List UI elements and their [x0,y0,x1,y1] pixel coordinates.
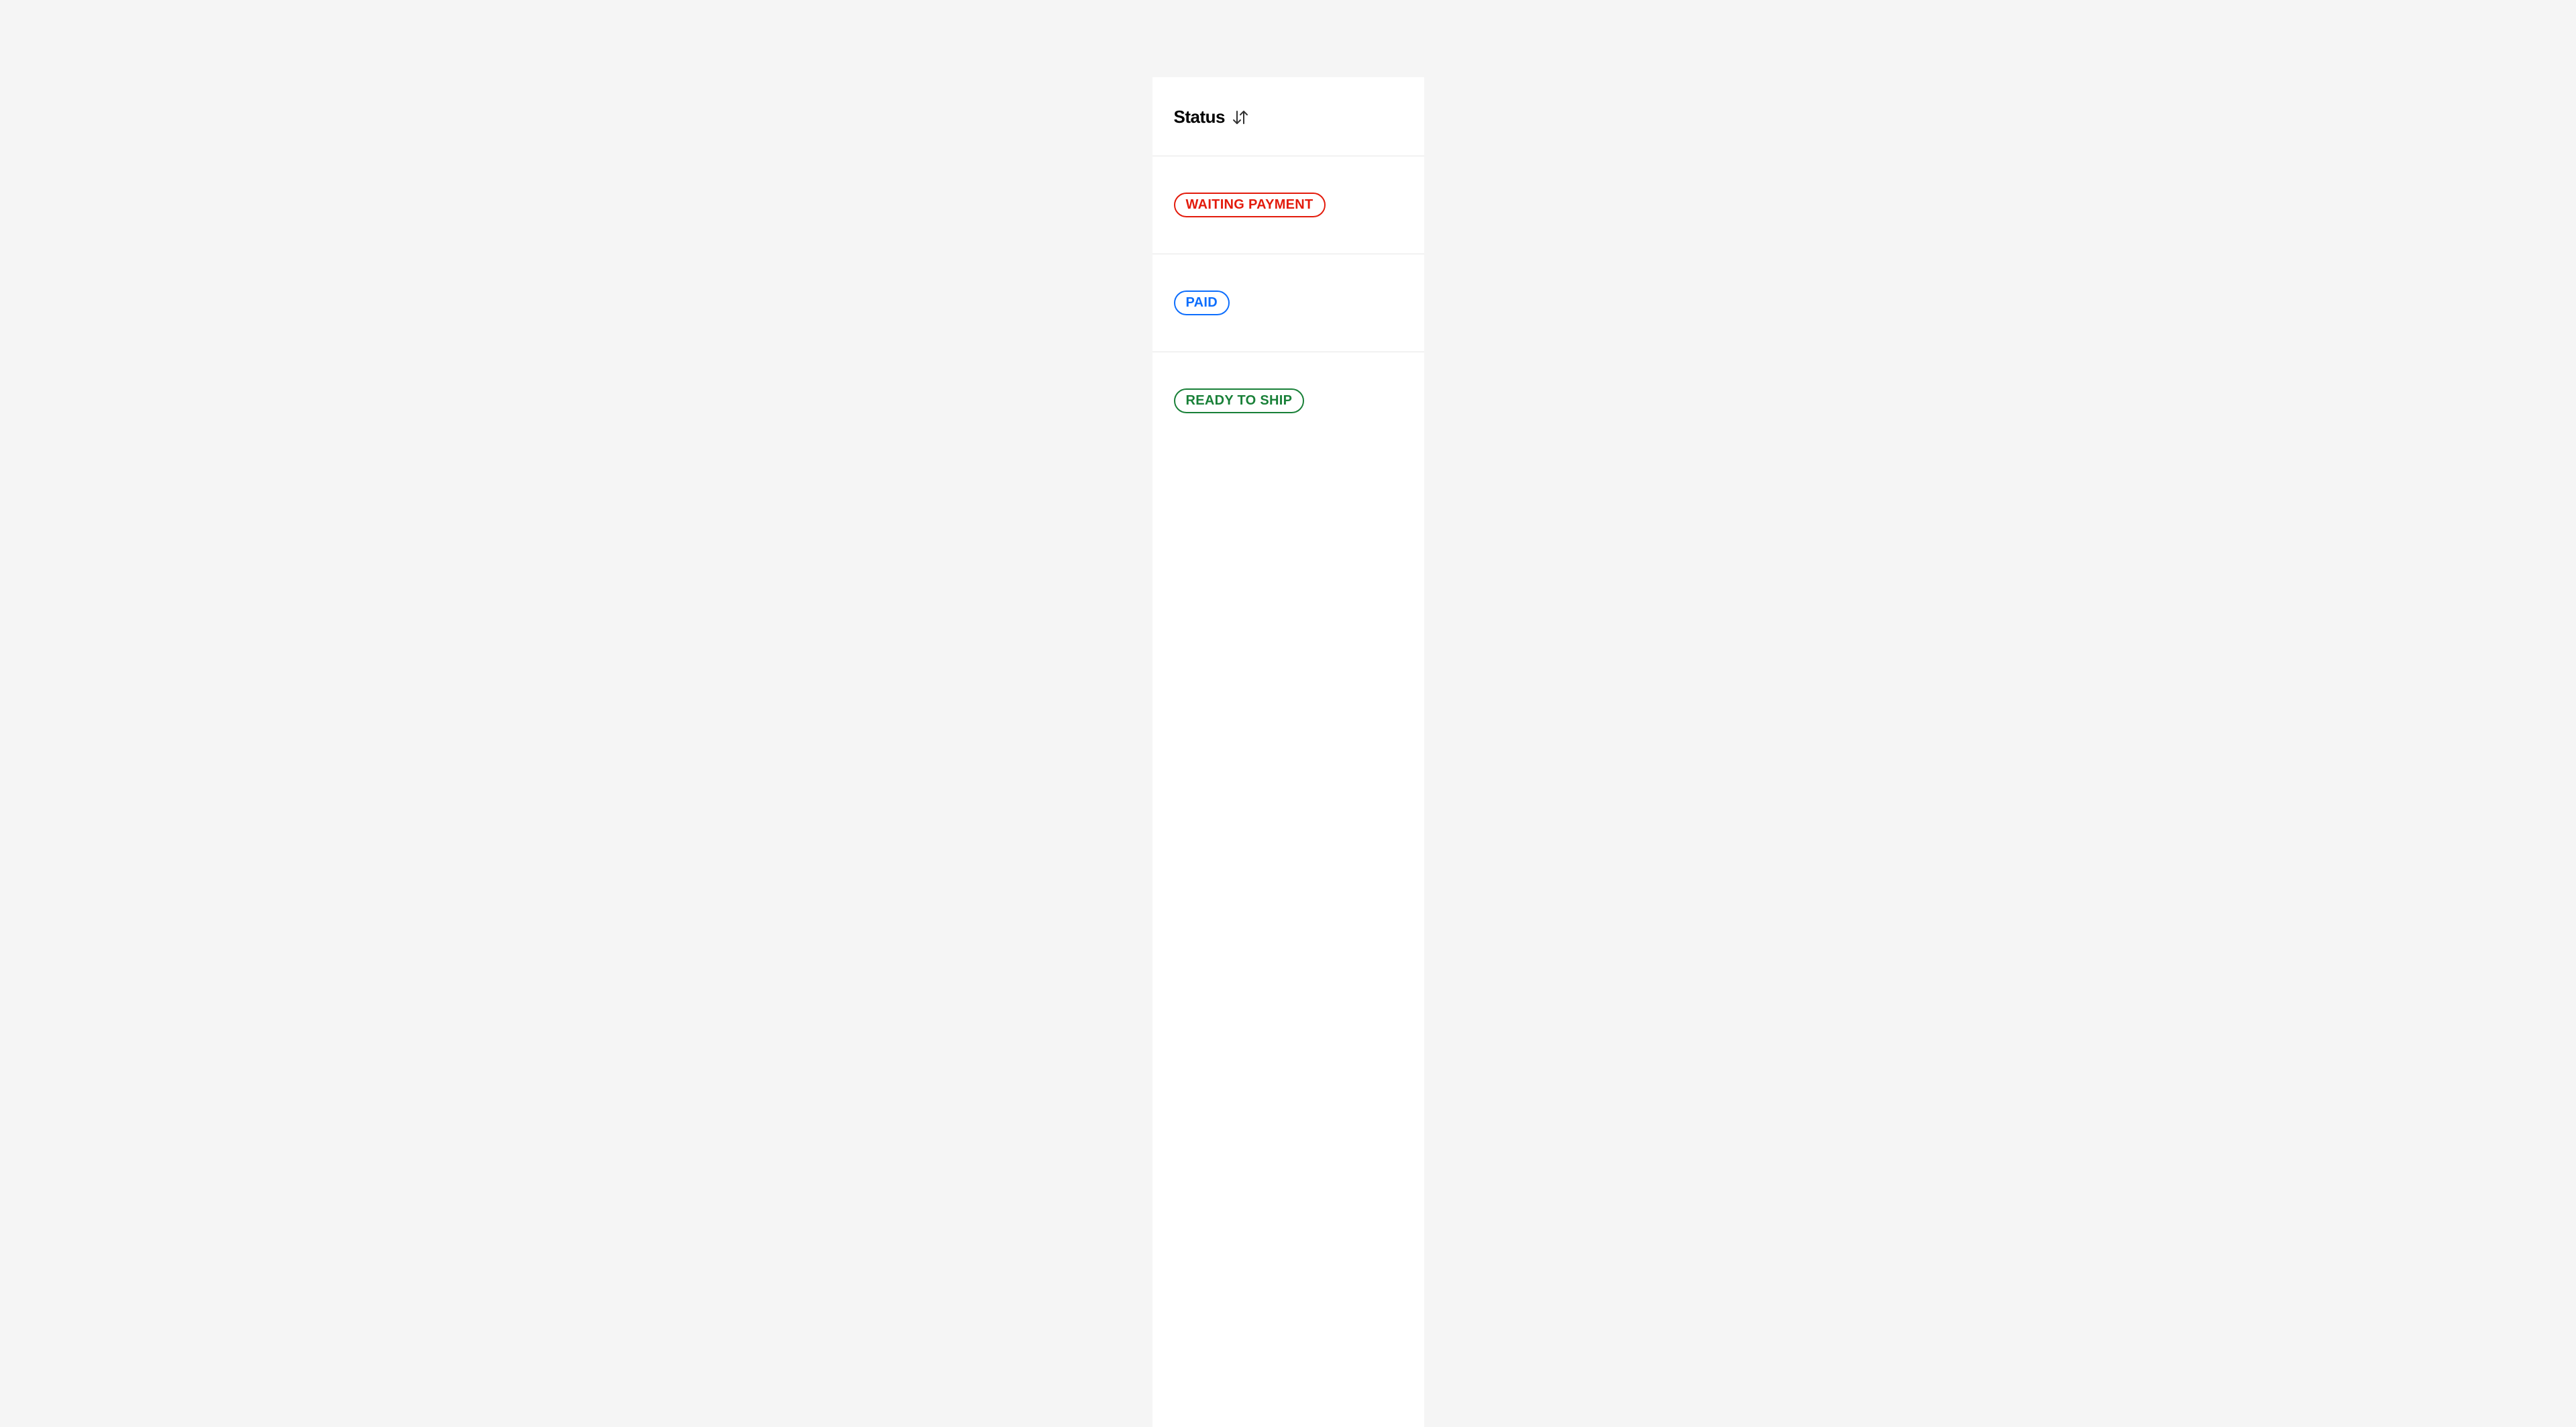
column-header-label: Status [1174,107,1225,127]
status-badge: WAITING PAYMENT [1174,193,1326,217]
status-badge: PAID [1174,290,1230,315]
table-row: READY TO SHIP [1152,352,1424,450]
sort-icon [1232,110,1249,125]
table-row: PAID [1152,254,1424,352]
column-header[interactable]: Status [1152,77,1424,156]
table-row: WAITING PAYMENT [1152,156,1424,254]
status-column-panel: Status WAITING PAYMENT PAID READY TO SHI… [1152,77,1424,1427]
status-badge: READY TO SHIP [1174,388,1305,413]
